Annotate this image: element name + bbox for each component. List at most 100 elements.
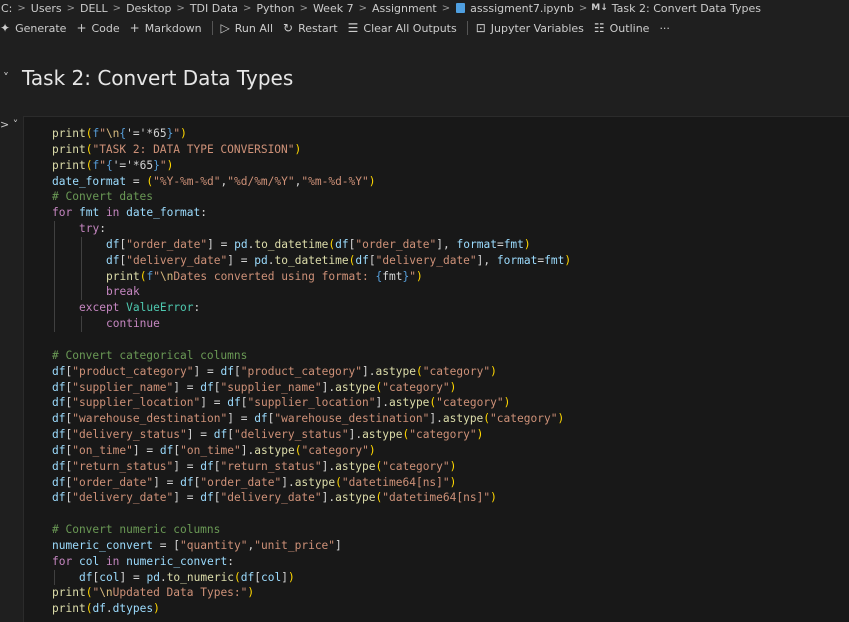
code-line[interactable]: print(df.dtypes) [52, 601, 571, 617]
code-line[interactable]: ​ [52, 506, 571, 522]
code-line[interactable]: df["order_date"] = df["order_date"].asty… [52, 475, 571, 491]
breadcrumb-item-dell[interactable]: DELL [79, 2, 109, 15]
markdown-icon: M↓ [591, 3, 608, 13]
breadcrumb: C: > Users > DELL > Desktop > TDI Data >… [0, 0, 849, 16]
markdown-label: Markdown [144, 21, 202, 35]
variables-icon: ⊡ [475, 21, 486, 35]
breadcrumb-item-notebook[interactable]: asssigment7.ipynb [469, 2, 575, 15]
chevron-right-icon: > [176, 2, 185, 14]
indent-guide [81, 252, 82, 269]
code-editor[interactable]: print(f"\n{'='*65}") print("TASK 2: DATA … [52, 126, 571, 617]
chevron-right-icon: > [358, 2, 367, 14]
markdown-cell[interactable]: ˅ Task 2: Convert Data Types [0, 60, 849, 96]
indent-guide [54, 236, 55, 253]
code-label: Code [91, 21, 120, 35]
code-line[interactable]: # Convert numeric columns [52, 522, 571, 538]
chevron-right-icon: > [243, 2, 252, 14]
restart-icon: ↻ [283, 21, 294, 35]
code-line[interactable]: for fmt in date_format: [52, 205, 571, 221]
chevron-right-icon: > [299, 2, 308, 14]
code-line[interactable]: print(f"\nDates converted using format: … [52, 268, 571, 285]
run-all-label: Run All [234, 21, 274, 35]
code-line[interactable]: continue [52, 316, 571, 332]
indent-guide [54, 221, 55, 237]
code-line[interactable]: df[col] = pd.to_numeric(df[col]) [52, 569, 571, 586]
code-line[interactable]: df["delivery_status"] = df["delivery_sta… [52, 427, 571, 443]
run-all-button[interactable]: ▷ Run All [221, 21, 273, 35]
code-line[interactable]: df["delivery_date"] = df["delivery_date"… [52, 490, 571, 506]
restart-label: Restart [298, 21, 338, 35]
generate-label: Generate [15, 21, 67, 35]
code-line[interactable]: df["delivery_date"] = pd.to_datetime(df[… [52, 252, 571, 269]
plus-icon: + [76, 21, 87, 35]
chevron-right-icon: > [441, 2, 451, 14]
code-line[interactable]: df["supplier_location"] = df["supplier_l… [52, 395, 571, 411]
code-line[interactable]: df["warehouse_destination"] = df["wareho… [52, 411, 571, 427]
more-icon: ··· [659, 21, 670, 35]
breadcrumb-item-desktop[interactable]: Desktop [125, 2, 172, 15]
plus-icon: + [129, 21, 140, 35]
indent-guide [81, 316, 82, 332]
cell-collapse-toggle[interactable]: > ˅ [0, 118, 18, 131]
clear-all-icon: ☰ [347, 21, 359, 35]
generate-button[interactable]: ✦ Generate [0, 21, 66, 35]
chevron-right-icon: > [17, 2, 26, 14]
chevron-right-icon: > [112, 2, 122, 14]
chevron-right-icon: > [578, 2, 588, 14]
outline-label: Outline [609, 21, 650, 35]
run-all-icon: ▷ [220, 21, 230, 35]
clear-all-outputs-button[interactable]: ☰ Clear All Outputs [348, 21, 457, 35]
code-line[interactable]: ​ [52, 332, 571, 348]
chevron-down-icon[interactable]: ˅ [3, 71, 17, 85]
code-line[interactable]: df["product_category"] = df["product_cat… [52, 364, 571, 380]
breadcrumb-item-python[interactable]: Python [255, 2, 295, 15]
indent-guide [81, 284, 82, 301]
code-line[interactable]: break [52, 284, 571, 301]
breadcrumb-item-assignment[interactable]: Assignment [371, 2, 438, 15]
add-markdown-cell-button[interactable]: + Markdown [130, 21, 202, 35]
code-line[interactable]: df["supplier_name"] = df["supplier_name"… [52, 380, 571, 396]
code-line[interactable]: # Convert dates [52, 189, 571, 205]
code-line[interactable]: try: [52, 221, 571, 237]
code-line[interactable]: numeric_convert = ["quantity","unit_pric… [52, 538, 571, 554]
breadcrumb-item-tdi-data[interactable]: TDI Data [189, 2, 239, 15]
breadcrumb-item-users[interactable]: Users [30, 2, 63, 15]
more-actions-button[interactable]: ··· [659, 22, 670, 35]
outline-icon: ☷ [593, 21, 605, 35]
jupyter-variables-label: Jupyter Variables [490, 21, 584, 35]
chevron-right-icon: > [66, 2, 75, 14]
toolbar-divider [466, 21, 468, 35]
breadcrumb-item-week7[interactable]: Week 7 [312, 2, 355, 15]
markdown-heading: Task 2: Convert Data Types [22, 66, 294, 90]
indent-guide [81, 268, 82, 285]
indent-guide [81, 236, 82, 253]
code-line[interactable]: # Convert categorical columns [52, 348, 571, 364]
outline-button[interactable]: ☷ Outline [594, 21, 650, 35]
code-line[interactable]: date_format = ("%Y-%m-%d","%d/%m/%Y","%m… [52, 174, 571, 190]
code-line[interactable]: print("\nUpdated Data Types:") [52, 585, 571, 601]
code-line[interactable]: df["return_status"] = df["return_status"… [52, 459, 571, 475]
code-line[interactable]: except ValueError: [52, 300, 571, 317]
indent-guide [54, 300, 55, 317]
code-line[interactable]: print(f"{'='*65}") [52, 158, 571, 174]
code-line[interactable]: df["order_date"] = pd.to_datetime(df["or… [52, 236, 571, 253]
notebook-icon [456, 3, 466, 13]
indent-guide [54, 569, 55, 586]
add-code-cell-button[interactable]: + Code [76, 21, 119, 35]
code-line[interactable]: print(f"\n{'='*65}") [52, 126, 571, 142]
jupyter-variables-button[interactable]: ⊡ Jupyter Variables [476, 21, 584, 35]
code-line[interactable]: for col in numeric_convert: [52, 554, 571, 570]
toolbar-divider [211, 21, 213, 35]
indent-guide [54, 316, 55, 332]
breadcrumb-item-section[interactable]: Task 2: Convert Data Types [611, 2, 762, 15]
breadcrumb-item-drive[interactable]: C: [0, 2, 13, 15]
sparkle-icon: ✦ [0, 21, 11, 35]
indent-guide [54, 268, 55, 285]
code-cell[interactable]: print(f"\n{'='*65}") print("TASK 2: DATA … [23, 116, 849, 622]
code-line[interactable]: df["on_time"] = df["on_time"].astype("ca… [52, 443, 571, 459]
restart-button[interactable]: ↻ Restart [283, 21, 338, 35]
clear-all-outputs-label: Clear All Outputs [363, 21, 457, 35]
notebook-toolbar: ✦ Generate + Code + Markdown ▷ Run All ↻… [0, 18, 849, 38]
indent-guide [54, 252, 55, 269]
code-line[interactable]: print("TASK 2: DATA TYPE CONVERSION") [52, 142, 571, 158]
